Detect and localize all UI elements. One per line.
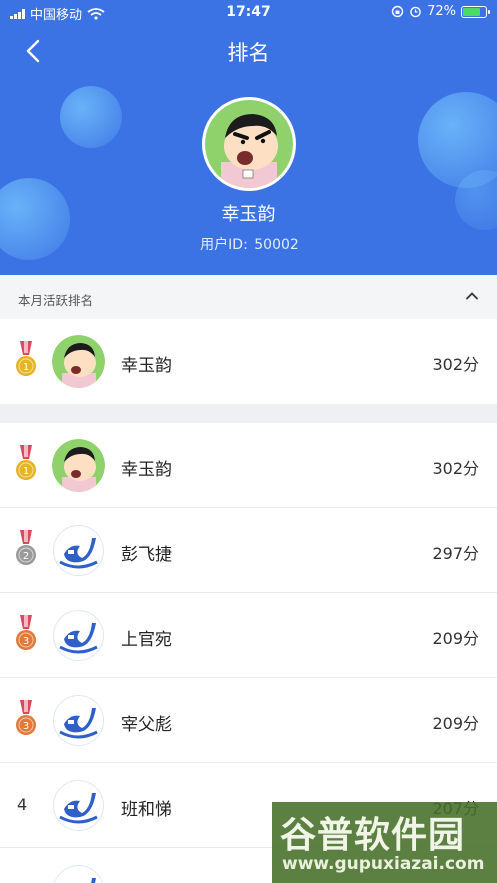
svg-text:1: 1 bbox=[23, 466, 29, 477]
svg-text:3: 3 bbox=[23, 636, 29, 647]
medal-icon: 3 bbox=[14, 615, 38, 655]
avatar bbox=[52, 609, 105, 662]
rank-row[interactable]: 2 彭飞捷 297分 bbox=[0, 508, 497, 593]
orientation-lock-icon bbox=[391, 5, 404, 18]
profile-header: 中国移动 17:47 72% 排名 幸玉韵 用户ID: 50002 bbox=[0, 0, 497, 275]
cartoon-avatar-icon bbox=[205, 100, 293, 188]
user-score: 297分 bbox=[432, 544, 479, 563]
watermark-title: 谷普软件园 bbox=[280, 815, 466, 856]
profile-avatar bbox=[202, 97, 296, 191]
rank-row[interactable]: 3 宰父彪 209分 bbox=[0, 678, 497, 763]
profile-name: 幸玉韵 bbox=[221, 204, 276, 225]
user-id-value: 50002 bbox=[254, 237, 299, 253]
user-name: 幸玉韵 bbox=[121, 460, 172, 480]
rank-row[interactable]: 3 上官宛 209分 bbox=[0, 593, 497, 678]
svg-text:1: 1 bbox=[23, 362, 29, 373]
avatar bbox=[52, 335, 105, 388]
svg-text:2: 2 bbox=[23, 551, 29, 562]
user-score: 209分 bbox=[432, 629, 479, 648]
chevron-up-icon[interactable] bbox=[465, 289, 479, 303]
user-score: 302分 bbox=[432, 459, 479, 478]
avatar bbox=[52, 694, 105, 747]
user-score: 302分 bbox=[432, 355, 479, 374]
medal-icon: 3 bbox=[14, 700, 38, 740]
user-id-label: 用户ID: bbox=[200, 237, 248, 253]
alarm-icon bbox=[410, 6, 421, 18]
site-watermark: 谷普软件园 www.gupuxiazai.com bbox=[272, 802, 497, 883]
svg-text:3: 3 bbox=[23, 721, 29, 732]
section-label: 本月活跃排名 bbox=[18, 293, 94, 308]
medal-icon: 1 bbox=[14, 445, 38, 485]
watermark-url: www.gupuxiazai.com bbox=[282, 854, 485, 874]
decor-bubble bbox=[60, 86, 122, 148]
my-rank-row[interactable]: 1 幸玉韵 302分 bbox=[0, 319, 497, 404]
avatar bbox=[52, 524, 105, 577]
user-name: 宰父彪 bbox=[121, 715, 172, 735]
avatar bbox=[52, 439, 105, 492]
profile-user-id: 用户ID: 50002 bbox=[0, 234, 497, 254]
page-title: 排名 bbox=[227, 41, 270, 65]
battery-percent: 72% bbox=[427, 4, 456, 19]
rank-row[interactable]: 1 幸玉韵 302分 bbox=[0, 423, 497, 508]
rank-number: 4 bbox=[17, 795, 28, 814]
user-name: 幸玉韵 bbox=[121, 356, 172, 376]
status-bar: 中国移动 17:47 72% bbox=[0, 0, 497, 26]
medal-icon: 2 bbox=[14, 530, 38, 570]
user-score: 209分 bbox=[432, 714, 479, 733]
user-name: 彭飞捷 bbox=[121, 545, 172, 565]
avatar bbox=[52, 864, 105, 883]
medal-icon: 1 bbox=[14, 341, 38, 381]
battery-icon bbox=[461, 5, 490, 18]
avatar bbox=[52, 779, 105, 832]
user-name: 班和悌 bbox=[121, 800, 172, 820]
user-name: 上官宛 bbox=[121, 630, 172, 650]
ranking-section-header[interactable]: 本月活跃排名 bbox=[0, 275, 497, 319]
